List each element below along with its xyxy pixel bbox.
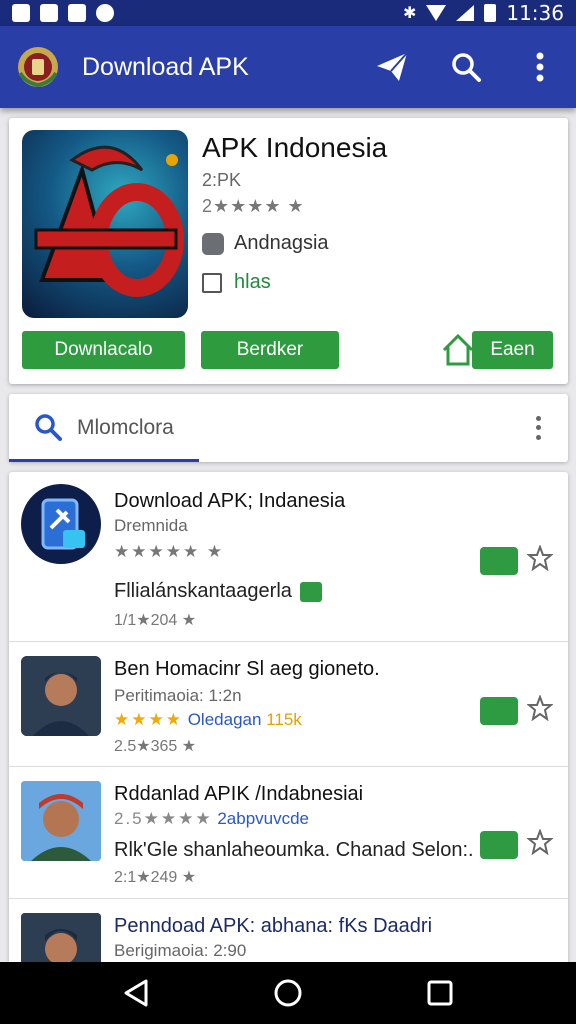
home-button[interactable] bbox=[268, 973, 308, 1013]
notification-icon bbox=[40, 4, 58, 22]
home-icon[interactable] bbox=[441, 330, 475, 368]
battery-icon bbox=[484, 4, 497, 22]
item-subtitle: Peritimaoia: 1:2n bbox=[114, 686, 242, 705]
rating-stars: ★★★★ bbox=[114, 710, 183, 729]
item-extra-title: Fllialánskantaagerla bbox=[114, 580, 322, 603]
developer-icon bbox=[202, 232, 224, 255]
back-button[interactable] bbox=[116, 973, 156, 1013]
star-outline-icon[interactable] bbox=[527, 695, 553, 721]
person-photo bbox=[21, 781, 101, 861]
option-row[interactable]: hlas bbox=[202, 271, 271, 294]
item-title: Rddanlad APIK /Indabnesiai bbox=[114, 783, 364, 805]
avatar bbox=[21, 656, 101, 736]
option-label: hlas bbox=[234, 271, 271, 293]
search-icon bbox=[452, 53, 481, 82]
rating-percent: 115k bbox=[266, 710, 302, 729]
item-title: Ben Homacinr Sl aeg gioneto. bbox=[114, 658, 380, 680]
search-input[interactable]: Mlomclora bbox=[77, 416, 174, 440]
item-rating: ★★★★★ ★ bbox=[114, 542, 225, 561]
item-subtitle: Berigimaoia: 2:90 bbox=[114, 941, 247, 960]
wifi-icon bbox=[426, 5, 447, 21]
vibrate-icon: ✱ bbox=[402, 5, 417, 22]
item-meta: 2.5★365 ★ bbox=[114, 738, 197, 755]
recents-icon bbox=[427, 980, 453, 1006]
app-rating: 2★★★★ ★ bbox=[202, 196, 305, 216]
search-icon bbox=[35, 414, 62, 441]
tools-icon bbox=[41, 498, 85, 550]
gallery-icon bbox=[12, 4, 30, 22]
badge-icon bbox=[299, 581, 322, 602]
download-button[interactable]: Downlacalo bbox=[22, 331, 185, 369]
send-icon bbox=[377, 52, 408, 81]
overflow-menu-button[interactable] bbox=[520, 47, 560, 87]
back-icon bbox=[124, 979, 148, 1007]
list-item[interactable]: Rddanlad APIK /Indabnesiai 2.5★★★★ 2abpv… bbox=[9, 767, 568, 899]
item-rating-row: ★★★★ Oledagan 115k bbox=[114, 710, 302, 730]
system-nav-bar bbox=[0, 962, 576, 1024]
secondary-button[interactable]: Berdker bbox=[201, 331, 339, 369]
app-version: 2:PK bbox=[202, 170, 242, 190]
status-bar: ✱ 11:36 bbox=[0, 0, 576, 26]
circle-icon bbox=[96, 4, 114, 22]
item-meta: 1/1★204 ★ bbox=[114, 612, 197, 629]
developer-label: Andnagsia bbox=[234, 232, 329, 254]
search-bar[interactable]: Mlomclora bbox=[9, 394, 568, 462]
app-icon bbox=[21, 484, 101, 564]
app-icon bbox=[22, 130, 188, 318]
item-meta: 2:1★249 ★ bbox=[114, 869, 197, 886]
app-logo-icon bbox=[18, 47, 58, 88]
item-link[interactable]: 2abpvuvcde bbox=[217, 809, 309, 828]
list-item[interactable]: Ben Homacinr Sl aeg gioneto. Peritimaoia… bbox=[9, 642, 568, 767]
rating-link[interactable]: Oledagan bbox=[188, 710, 262, 729]
search-button[interactable] bbox=[446, 47, 486, 87]
install-button[interactable] bbox=[480, 697, 518, 725]
app-list: Download APK; Indanesia Dremnida ★★★★★ ★… bbox=[9, 472, 568, 972]
item-subtitle-row: 2.5★★★★ 2abpvuvcde bbox=[114, 809, 309, 829]
item-title: Download APK; Indanesia bbox=[114, 490, 346, 512]
featured-app-card[interactable]: APK Indonesia 2:PK 2★★★★ ★ Andnagsia hla… bbox=[9, 118, 568, 384]
app-bar: Download APK bbox=[0, 26, 576, 108]
more-vert-icon[interactable] bbox=[528, 414, 548, 442]
page-title: Download APK bbox=[82, 52, 249, 81]
item-extra-title: Rlk'Gle shanlaheoumka. Chanad Selon:. bbox=[114, 839, 474, 861]
recents-button[interactable] bbox=[420, 973, 460, 1013]
item-subtitle: Dremnida bbox=[114, 516, 188, 535]
star-outline-icon[interactable] bbox=[527, 545, 553, 571]
person-photo bbox=[21, 656, 101, 736]
open-button[interactable]: Eaen bbox=[472, 331, 553, 369]
option-checkbox[interactable] bbox=[202, 272, 222, 293]
signal-icon bbox=[456, 5, 475, 21]
item-extra-text: Fllialánskantaagerla bbox=[114, 580, 292, 602]
send-button[interactable] bbox=[372, 47, 412, 87]
avatar bbox=[21, 781, 101, 861]
more-vert-icon bbox=[536, 52, 544, 82]
clock: 11:36 bbox=[506, 1, 564, 25]
developer-row[interactable]: Andnagsia bbox=[202, 232, 329, 255]
star-outline-icon[interactable] bbox=[527, 829, 553, 855]
item-title: Penndoad APK: abhana: fKs Daadri bbox=[114, 915, 433, 937]
install-button[interactable] bbox=[480, 831, 518, 859]
app-title: APK Indonesia bbox=[202, 132, 388, 163]
home-circle-icon bbox=[274, 979, 302, 1007]
list-item[interactable]: Download APK; Indanesia Dremnida ★★★★★ ★… bbox=[9, 472, 568, 642]
tab-indicator bbox=[9, 459, 199, 462]
rating-stars: 2.5★★★★ bbox=[114, 809, 213, 828]
install-button[interactable] bbox=[480, 547, 518, 575]
ao-logo-icon bbox=[34, 145, 184, 297]
n-icon bbox=[68, 4, 86, 22]
